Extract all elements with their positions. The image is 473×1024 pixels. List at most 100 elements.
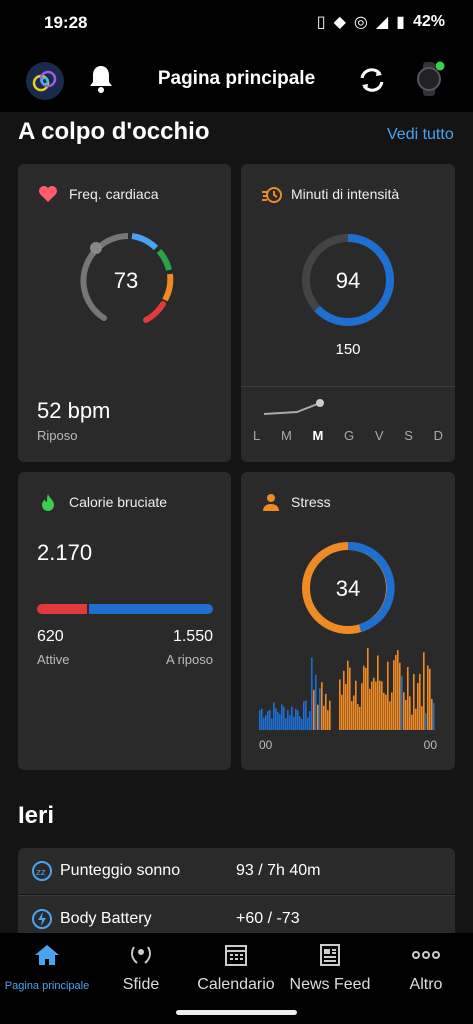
laurel-icon: [94, 943, 188, 972]
calories-rest-label: A riposo: [166, 652, 213, 667]
stress-histogram-bar: [325, 693, 327, 730]
home-icon: [0, 943, 94, 972]
stress-histogram-bar: [391, 692, 393, 730]
day-label: V: [374, 428, 384, 443]
calories-rest-segment: [89, 604, 213, 614]
calories-card[interactable]: Calorie bruciate 2.170 620 Attive 1.550 …: [18, 472, 231, 770]
wifi-icon: ◆: [333, 14, 346, 31]
stress-histogram-bar: [387, 661, 389, 730]
stress-axis-end: 00: [423, 738, 437, 752]
stress-histogram-bar: [355, 680, 357, 730]
stress-histogram-bar: [273, 702, 275, 730]
sleep-score-row[interactable]: zz Punteggio sonno 93 / 7h 40m: [18, 848, 455, 894]
stress-histogram-bar: [259, 710, 261, 730]
newsfeed-icon: [283, 943, 377, 972]
stress-histogram-bar: [363, 665, 365, 730]
stress-histogram-bar: [269, 709, 271, 730]
stress-histogram-bar: [323, 705, 325, 730]
status-icons: ▯ ◆ ◎ ◢ ▮ 42%: [317, 12, 445, 32]
nav-calendar-label: Calendario: [197, 976, 275, 993]
stress-histogram-bar: [375, 681, 377, 730]
stress-histogram-bar: [261, 708, 263, 730]
stress-histogram-bar: [295, 708, 297, 730]
nav-news-feed-label: News Feed: [289, 976, 371, 993]
stress-histogram-bar: [401, 676, 403, 730]
sync-icon[interactable]: [357, 66, 387, 99]
stress-histogram-bar: [309, 711, 311, 730]
intensity-minutes-card[interactable]: Minuti di intensità 94 150 L M M G V S D: [241, 164, 455, 462]
body-battery-label: Body Battery: [60, 910, 152, 927]
stress-histogram-bar: [411, 714, 413, 730]
stress-histogram-bar: [365, 667, 367, 730]
stress-histogram-bar: [303, 701, 305, 730]
nav-more[interactable]: Altro: [379, 933, 473, 994]
stress-histogram-bar: [283, 706, 285, 730]
stress-histogram-bar: [423, 652, 425, 730]
battery-icon: ▮: [396, 14, 405, 31]
stress-histogram-bar: [301, 718, 303, 730]
stress-histogram-bar: [353, 695, 355, 730]
stress-histogram-bar: [349, 667, 351, 730]
stress-axis-start: 00: [259, 738, 273, 752]
calories-rest-value: 1.550: [172, 628, 213, 645]
stress-histogram-bar: [377, 655, 379, 730]
nav-more-label: Altro: [409, 976, 443, 993]
see-all-link[interactable]: Vedi tutto: [387, 126, 454, 144]
stress-histogram-bar: [263, 717, 265, 730]
stress-histogram-bar: [281, 704, 283, 730]
stress-histogram-bar: [385, 694, 387, 730]
stopwatch-icon: [261, 184, 283, 209]
watch-device-icon[interactable]: [414, 60, 446, 103]
resting-bpm-value: 52 bpm: [37, 398, 111, 423]
stress-histogram-bar: [409, 696, 411, 730]
heart-rate-value: 73: [113, 268, 139, 293]
week-days: L M M G V S D: [253, 428, 443, 443]
stress-histogram-bar: [327, 710, 329, 730]
calories-active-label: Attive: [37, 652, 70, 667]
nav-home[interactable]: Pagina principale: [0, 933, 94, 992]
sleep-score-label: Punteggio sonno: [60, 862, 181, 879]
heart-icon: [38, 185, 58, 208]
stress-histogram-bar: [427, 665, 429, 730]
stress-histogram-bar: [313, 689, 315, 730]
body-battery-icon: [31, 908, 53, 935]
status-time: 19:28: [44, 13, 88, 32]
glance-title: A colpo d'occhio: [18, 118, 210, 145]
heart-rate-card[interactable]: Freq. cardiaca 73 52 bpm Riposo: [18, 164, 231, 462]
stress-histogram-bar: [347, 660, 349, 730]
stress-histogram-bar: [399, 662, 401, 730]
stress-histogram-bar: [293, 716, 295, 730]
body-battery-row[interactable]: Body Battery +60 / -73: [18, 895, 455, 934]
stress-histogram-bar: [289, 715, 291, 730]
stress-person-icon: [262, 492, 280, 517]
stress-histogram-bar: [357, 704, 359, 730]
stress-histogram-bar: [371, 681, 373, 730]
stress-histogram-bar: [395, 654, 397, 730]
nav-challenges-label: Sfide: [122, 976, 160, 993]
svg-text:zz: zz: [36, 868, 46, 878]
stress-histogram-bar: [415, 708, 417, 730]
more-icon: [379, 943, 473, 972]
stress-histogram-bar: [433, 703, 435, 730]
stress-histogram-bar: [329, 700, 331, 730]
stress-histogram-bar: [351, 701, 353, 730]
nav-challenges[interactable]: Sfide: [94, 933, 188, 994]
stress-histogram-bar: [405, 699, 407, 730]
stress-histogram-bar: [317, 704, 319, 730]
stress-histogram-bar: [285, 718, 287, 730]
nav-news-feed[interactable]: News Feed: [283, 933, 377, 994]
gesture-bar: [176, 1010, 297, 1015]
stress-histogram-bar: [345, 683, 347, 730]
stress-card[interactable]: Stress 34 00 00: [241, 472, 455, 770]
battery-percent: 42%: [412, 13, 445, 30]
stress-histogram-bar: [311, 657, 313, 730]
signal-icon: ◢: [375, 14, 389, 31]
stress-histogram: [259, 647, 435, 730]
nav-calendar[interactable]: Calendario: [189, 933, 283, 994]
day-label: S: [404, 428, 413, 443]
app-header: Pagina principale: [0, 46, 473, 112]
sleep-score-value: 93 / 7h 40m: [236, 862, 321, 879]
vibrate-icon: ▯: [316, 14, 326, 31]
stress-histogram-bar: [407, 666, 409, 730]
stress-histogram-bar: [275, 708, 277, 730]
